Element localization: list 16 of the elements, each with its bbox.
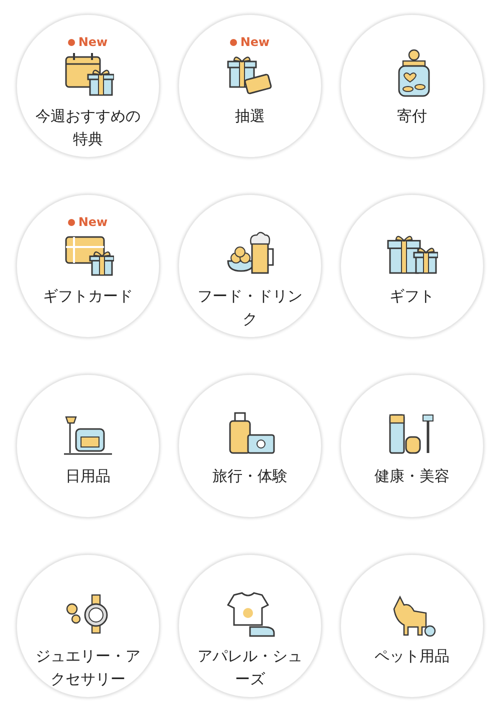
category-button[interactable]: 健康・美容	[340, 374, 484, 518]
category-button[interactable]: ペット用品	[340, 554, 484, 698]
category-button[interactable]: フード・ドリンク	[178, 194, 322, 338]
category-button[interactable]: ジュエリー・アクセサリー	[16, 554, 160, 698]
category-button[interactable]: ギフト	[340, 194, 484, 338]
apparel-icon	[224, 589, 276, 637]
category-button[interactable]: New 抽選	[178, 14, 322, 158]
category-button[interactable]: New ギフトカード	[16, 194, 160, 338]
new-badge: New	[230, 35, 270, 49]
new-badge: New	[68, 215, 108, 229]
new-badge: New	[68, 35, 108, 49]
category-button[interactable]: 旅行・体験	[178, 374, 322, 518]
category-button[interactable]: New 今週おすすめの特典	[16, 14, 160, 158]
category-button[interactable]: 日用品	[16, 374, 160, 518]
category-button[interactable]: アパレル・シューズ	[178, 554, 322, 698]
category-button[interactable]: 寄付	[340, 14, 484, 158]
